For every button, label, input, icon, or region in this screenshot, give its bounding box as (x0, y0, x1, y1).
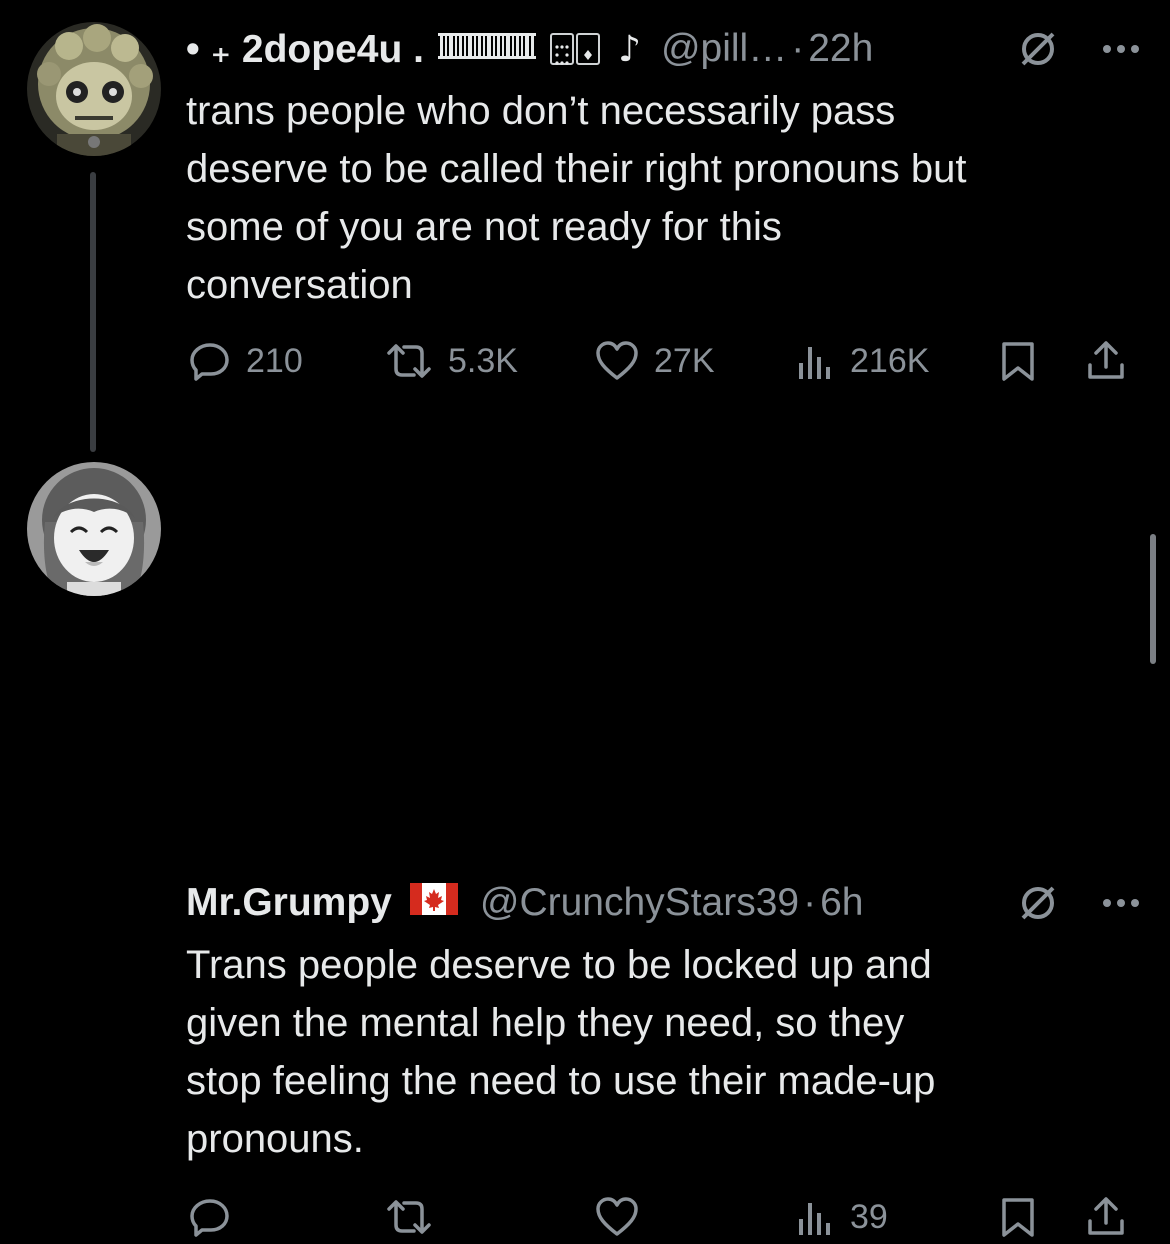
tweet-2[interactable]: Mr.Grumpy @CrunchyStars39 · 6h Trans peo… (0, 420, 1170, 1237)
separator-dot: · (803, 881, 817, 924)
views-button[interactable]: 216K (796, 334, 929, 388)
reply-button[interactable]: 210 (188, 334, 303, 388)
card-icon (575, 33, 600, 65)
card-icon (549, 33, 574, 65)
retweet-icon (387, 344, 431, 378)
canada-flag-icon (409, 881, 458, 925)
retweet-button[interactable]: 5.3K (384, 334, 518, 388)
retweet-icon (387, 1200, 431, 1234)
tweet-1[interactable]: • ₊ 2dope4u . ♪ @pill… · 22h trans peopl… (0, 0, 1170, 452)
share-icon (1088, 341, 1124, 379)
separator-dot: · (791, 27, 805, 70)
more-options-icon[interactable] (1102, 43, 1140, 55)
tweet-text: Trans people deserve to be locked up and… (186, 943, 936, 1161)
reply-count: 210 (246, 341, 303, 380)
views-button[interactable]: 39 (796, 1190, 888, 1244)
handle-time: @pill… · 22h (661, 27, 873, 71)
avatar[interactable] (27, 462, 161, 596)
heart-icon (596, 341, 638, 380)
heart-icon (596, 1197, 638, 1236)
tweet-text: trans people who don’t necessarily pass … (186, 89, 967, 307)
display-name[interactable]: Mr.Grumpy (186, 881, 392, 925)
retweet-count: 5.3K (448, 341, 518, 380)
like-button[interactable]: 27K (594, 334, 715, 388)
like-button[interactable] (594, 1190, 654, 1244)
user-handle[interactable]: @pill… (661, 27, 787, 70)
action-bar: 210 5.3K 27K 216K (186, 334, 1146, 388)
share-button[interactable] (1084, 334, 1128, 388)
bookmark-button[interactable] (998, 1190, 1038, 1244)
views-count: 39 (850, 1197, 888, 1236)
thread-line (90, 172, 96, 452)
share-button[interactable] (1084, 1190, 1128, 1244)
barcode-icon (437, 27, 536, 71)
reply-icon (190, 343, 229, 381)
scrollbar[interactable] (1150, 534, 1156, 664)
playing-cards-icon (549, 33, 600, 65)
display-name[interactable]: • ₊ 2dope4u . (186, 27, 424, 72)
reply-button[interactable] (188, 1190, 246, 1244)
views-count: 216K (850, 341, 930, 380)
tweet-header: • ₊ 2dope4u . ♪ @pill… · 22h (186, 22, 1140, 76)
bookmark-icon (1002, 1198, 1034, 1237)
retweet-button[interactable] (384, 1190, 448, 1244)
header-actions (1018, 876, 1140, 930)
action-bar: 39 (186, 1190, 1146, 1244)
music-note-icon: ♪ (617, 28, 641, 70)
avatar-image (27, 462, 161, 596)
header-actions (1018, 22, 1140, 76)
bookmark-button[interactable] (998, 334, 1038, 388)
bookmark-icon (1002, 342, 1034, 381)
reply-icon (190, 1199, 229, 1237)
like-count: 27K (654, 341, 715, 380)
timestamp[interactable]: 6h (820, 881, 863, 924)
no-symbol-icon[interactable] (1018, 29, 1058, 69)
handle-time: @CrunchyStars39 · 6h (480, 881, 864, 925)
share-icon (1088, 1197, 1124, 1235)
more-options-icon[interactable] (1102, 897, 1140, 909)
tweet-header: Mr.Grumpy @CrunchyStars39 · 6h (186, 876, 1140, 930)
user-handle[interactable]: @CrunchyStars39 (480, 881, 799, 924)
views-chart-icon (799, 347, 830, 379)
no-symbol-icon[interactable] (1018, 883, 1058, 923)
views-chart-icon (799, 1203, 830, 1235)
avatar[interactable] (27, 22, 161, 156)
avatar-image (27, 22, 161, 156)
timestamp[interactable]: 22h (808, 27, 873, 70)
